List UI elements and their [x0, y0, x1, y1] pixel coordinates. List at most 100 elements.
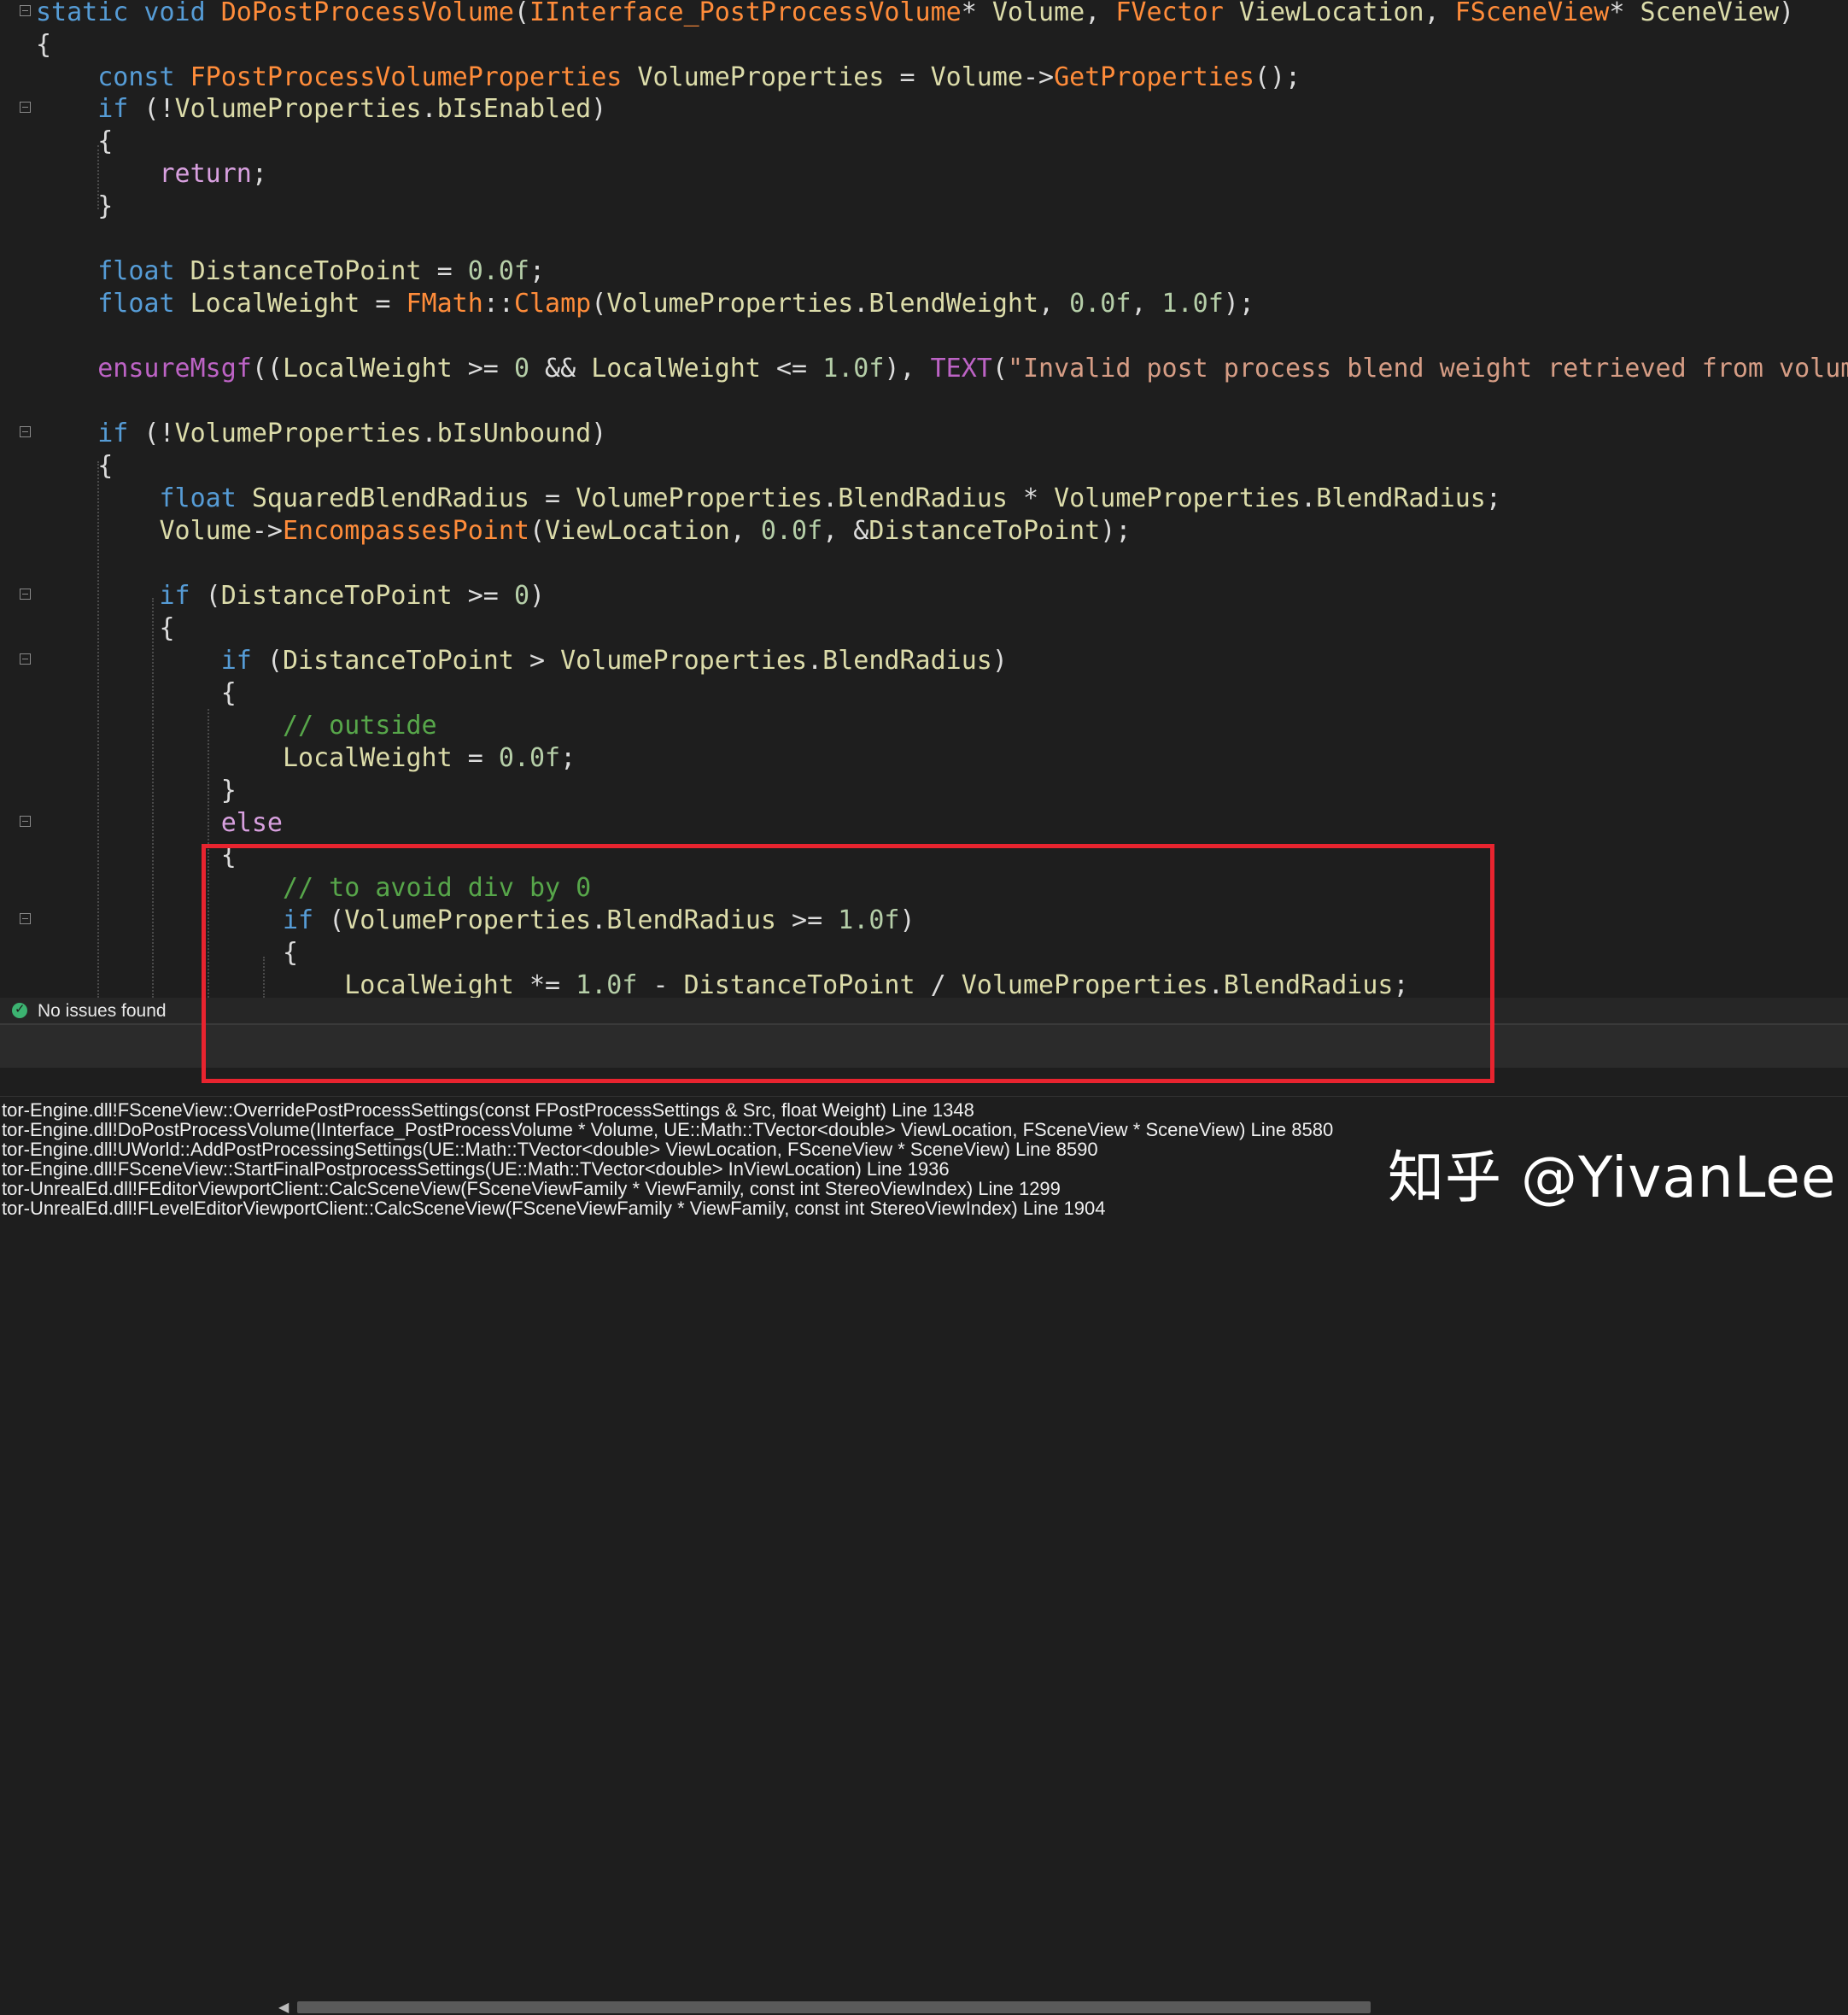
horizontal-scrollbar-thumb[interactable] [297, 2001, 1371, 2013]
code-token: else [220, 808, 283, 838]
call-stack-frame[interactable]: tor-UnrealEd.dll!FLevelEditorViewportCli… [2, 1195, 1106, 1222]
code-line[interactable]: { [36, 612, 175, 645]
code-token: 0.0f [1069, 289, 1132, 319]
code-token: ); [1100, 516, 1132, 546]
fold-toggle-icon[interactable] [20, 913, 31, 924]
code-token: return [159, 159, 252, 189]
code-token: ; [529, 256, 546, 286]
fold-toggle-icon[interactable] [20, 816, 31, 827]
code-token: , [1085, 0, 1116, 27]
code-token: 0.0f [498, 743, 561, 773]
code-token: VolumeProperties [637, 62, 885, 92]
code-token: = [529, 483, 576, 513]
code-token: { [36, 613, 175, 643]
code-token: . [853, 289, 869, 319]
code-token: ) [591, 419, 607, 448]
code-line[interactable]: return; [36, 158, 267, 190]
code-line[interactable]: const FPostProcessVolumeProperties Volum… [36, 62, 1301, 94]
code-token: = [884, 62, 931, 92]
code-token: (( [251, 354, 283, 384]
code-line[interactable]: float DistanceToPoint = 0.0f; [36, 255, 545, 288]
fold-toggle-icon[interactable] [20, 589, 31, 600]
code-token: ( [991, 354, 1008, 384]
code-line[interactable]: { [36, 677, 237, 710]
code-line[interactable]: else [36, 807, 283, 840]
code-line[interactable]: static void DoPostProcessVolume(IInterfa… [36, 0, 1794, 29]
code-token: ); [1223, 289, 1254, 319]
code-token: . [421, 419, 437, 448]
code-line[interactable]: if (!VolumeProperties.bIsUnbound) [36, 418, 606, 450]
code-token: FPostProcessVolumeProperties [190, 62, 623, 92]
code-token: VolumeProperties [1054, 483, 1301, 513]
code-line[interactable]: ensureMsgf((LocalWeight >= 0 && LocalWei… [36, 353, 1848, 385]
editor-gutter [0, 0, 36, 998]
code-line[interactable]: } [36, 190, 113, 223]
code-token: (); [1254, 62, 1301, 92]
indent-guide [97, 145, 99, 209]
fold-toggle-icon[interactable] [20, 653, 31, 665]
code-token: Clamp [513, 289, 592, 319]
code-token: = [360, 289, 406, 319]
code-token: float [159, 483, 237, 513]
scroll-left-arrow-icon[interactable]: ◀ [278, 1999, 289, 2015]
code-token: 0.0f [760, 516, 823, 546]
code-line[interactable]: // outside [36, 710, 437, 742]
code-token: -> [251, 516, 283, 546]
code-token: , [729, 516, 761, 546]
code-token: = [421, 256, 468, 286]
code-token: float [97, 256, 175, 286]
code-line[interactable]: if (DistanceToPoint > VolumeProperties.B… [36, 645, 1008, 677]
code-token: VolumeProperties [606, 289, 854, 319]
fold-toggle-icon[interactable] [20, 426, 31, 437]
code-token: LocalWeight [190, 289, 360, 319]
code-token: , & [822, 516, 869, 546]
code-token: * [961, 0, 992, 27]
code-line[interactable]: { [36, 29, 51, 62]
code-token: VolumeProperties [576, 483, 823, 513]
code-token: ( [513, 0, 529, 27]
code-token: 1.0f [1161, 289, 1224, 319]
code-token: BlendRadius [1316, 483, 1486, 513]
indent-guide [97, 461, 99, 998]
code-token: FVector [1115, 0, 1224, 27]
code-token: ( [251, 646, 283, 676]
code-token: SceneView [1640, 0, 1780, 27]
code-token: >= [452, 581, 514, 611]
status-message[interactable]: No issues found [38, 1001, 167, 1022]
code-line[interactable]: } [36, 775, 237, 807]
code-line[interactable]: float LocalWeight = FMath::Clamp(VolumeP… [36, 288, 1254, 320]
code-token: TEXT [930, 354, 992, 384]
code-token: ( [591, 289, 607, 319]
code-line[interactable]: if (DistanceToPoint >= 0) [36, 580, 546, 612]
code-token: // outside [282, 711, 437, 741]
code-token: FSceneView [1454, 0, 1610, 27]
code-token: DistanceToPoint [190, 256, 422, 286]
code-token: Volume [991, 0, 1085, 27]
code-token: && [529, 354, 592, 384]
code-token: IInterface_PostProcessVolume [529, 0, 962, 27]
code-line[interactable]: Volume->EncompassesPoint(ViewLocation, 0… [36, 515, 1132, 548]
code-line[interactable]: { [36, 126, 113, 158]
code-token: 1.0f [822, 354, 885, 384]
code-line[interactable]: float SquaredBlendRadius = VolumePropert… [36, 483, 1501, 515]
fold-toggle-icon[interactable] [20, 102, 31, 113]
code-token: if [97, 419, 129, 448]
code-token: BlendWeight [868, 289, 1039, 319]
fold-toggle-icon[interactable] [20, 5, 31, 16]
code-token: -> [1022, 62, 1055, 92]
code-line[interactable]: LocalWeight = 0.0f; [36, 742, 576, 775]
code-token: Volume [159, 516, 252, 546]
code-line[interactable]: { [36, 450, 113, 483]
code-token: , [1038, 289, 1070, 319]
code-line[interactable]: if (!VolumeProperties.bIsEnabled) [36, 93, 606, 126]
code-token: * [1609, 0, 1640, 27]
code-token: ; [251, 159, 267, 189]
code-token: const [97, 62, 175, 92]
